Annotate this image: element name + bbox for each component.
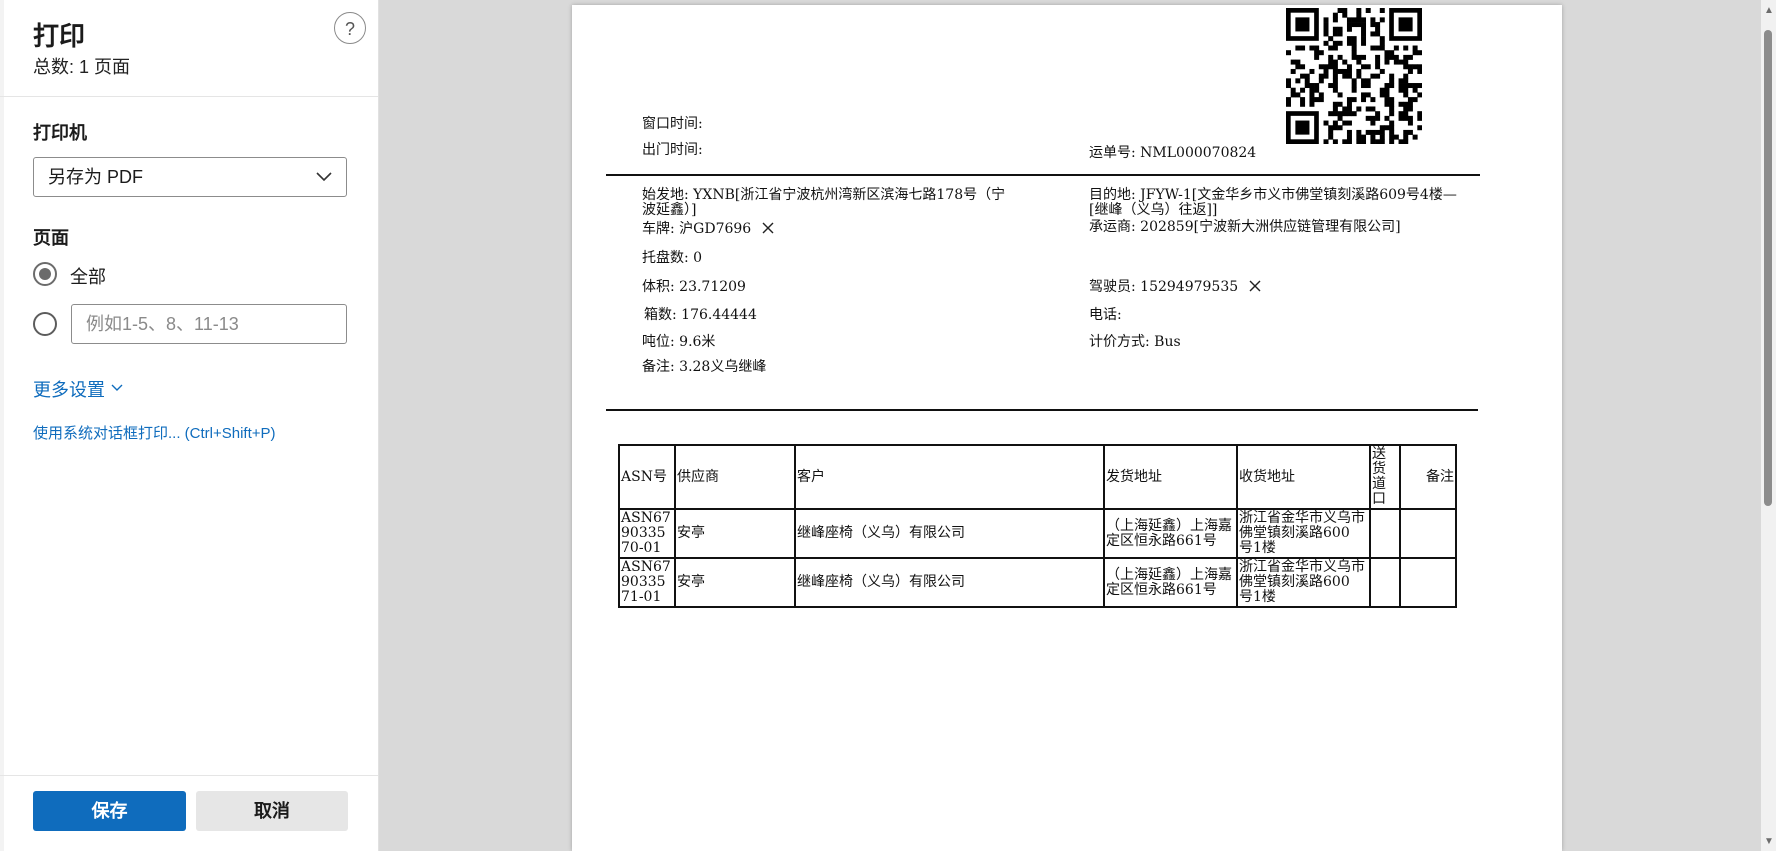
radio-selected-dot (39, 268, 51, 280)
qr-code-icon (1286, 8, 1422, 144)
save-button[interactable]: 保存 (33, 791, 186, 831)
chevron-down-icon[interactable] (111, 384, 123, 392)
pallet-count: 托盘数: 0 (642, 250, 703, 266)
table-header-cell: ASN号 (618, 444, 676, 510)
plate-text: 车牌: 沪GD7696 (642, 221, 752, 237)
waybill-number: 运单号: NML000070824 (1089, 145, 1257, 161)
radio-custom-pages[interactable] (33, 312, 57, 336)
table-header-cell: 收货地址 (1236, 444, 1371, 510)
system-dialog-link[interactable]: 使用系统对话框打印... (Ctrl+Shift+P) (33, 422, 276, 443)
scroll-up-arrow-icon[interactable]: ▲ (1764, 5, 1774, 16)
table-row: ASN679033571-01 安亭 继峰座椅（义乌）有限公司 （上海延鑫）上海嘉定区… (618, 557, 1457, 608)
origin-line-1: 始发地: YXNB[浙江省宁波杭州湾新区滨海七路178号（宁 (642, 187, 1006, 203)
table-header-cell: 发货地址 (1103, 444, 1238, 510)
tonnage: 吨位: 9.6米 (642, 334, 716, 350)
plate: 车牌: 沪GD7696 (642, 218, 774, 238)
gate-time: 出门时间: (642, 142, 703, 158)
preview-page: 窗口时间: 出门时间: 运单号: NML000070824 始发地: YXNB[… (572, 5, 1562, 851)
page-count: 总数: 1 页面 (33, 57, 131, 77)
table-header-cell: 备注 (1399, 444, 1457, 510)
pages-label: 页面 (33, 228, 69, 248)
more-settings-link[interactable]: 更多设置 (33, 376, 105, 402)
divider-line (606, 174, 1480, 176)
chevron-down-icon (316, 172, 332, 182)
question-icon: ? (344, 19, 355, 39)
divider (0, 775, 378, 776)
table-cell (1399, 557, 1457, 608)
page-range-input[interactable] (71, 304, 347, 344)
cancel-button[interactable]: 取消 (196, 791, 348, 831)
pricing-method: 计价方式: Bus (1089, 334, 1181, 350)
divider (0, 96, 378, 97)
table-cell: ASN679033571-01 (618, 557, 676, 608)
printer-label: 打印机 (33, 123, 87, 143)
table-cell: （上海延鑫）上海嘉定区恒永路661号 (1103, 557, 1238, 608)
table-cell: 安亭 (674, 557, 796, 608)
phone: 电话: (1089, 307, 1122, 323)
divider-line (606, 409, 1478, 411)
table-cell: ASN679033570-01 (618, 508, 676, 559)
table-cell: 安亭 (674, 508, 796, 559)
table-cell (1369, 557, 1401, 608)
radio-all-pages[interactable] (33, 262, 57, 286)
table-cell: （上海延鑫）上海嘉定区恒永路661号 (1103, 508, 1238, 559)
destination-line-1: 目的地: JFYW-1[文金华乡市义市佛堂镇刻溪路609号4楼— (1089, 187, 1457, 203)
destination: 目的地: JFYW-1[文金华乡市义市佛堂镇刻溪路609号4楼— [继峰（义乌）… (1089, 188, 1457, 218)
asn-table: ASN号 供应商 客户 发货地址 收货地址 送货道口 备注 ASN679033570-01 安亭… (618, 444, 1457, 608)
table-header-row: ASN号 供应商 客户 发货地址 收货地址 送货道口 备注 (618, 444, 1457, 510)
carrier: 承运商: 202859[宁波新大洲供应链管理有限公司] (1089, 219, 1401, 235)
table-header-cell: 供应商 (674, 444, 796, 510)
volume: 体积: 23.71209 (642, 279, 746, 295)
table-cell (1399, 508, 1457, 559)
radio-all-label[interactable]: 全部 (70, 263, 106, 289)
origin: 始发地: YXNB[浙江省宁波杭州湾新区滨海七路178号（宁 波延鑫）] (642, 188, 1005, 218)
panel-edge-strip (0, 0, 4, 851)
table-cell: 继峰座椅（义乌）有限公司 (794, 557, 1105, 608)
close-icon[interactable] (1249, 280, 1261, 292)
scrollbar-thumb[interactable] (1764, 30, 1772, 506)
print-title: 打印 (33, 21, 86, 51)
driver-text: 驾驶员: 15294979535 (1089, 279, 1239, 295)
table-row: ASN679033570-01 安亭 继峰座椅（义乌）有限公司 （上海延鑫）上海嘉定区… (618, 508, 1457, 559)
printer-select[interactable]: 另存为 PDF (33, 157, 347, 197)
help-button[interactable]: ? (334, 12, 366, 44)
table-cell: 浙江省金华市义乌市佛堂镇刻溪路600 号1楼 (1236, 508, 1371, 559)
origin-line-2: 波延鑫）] (642, 202, 697, 218)
table-header-cell: 客户 (794, 444, 1105, 510)
table-cell: 浙江省金华市义乌市佛堂镇刻溪路600 号1楼 (1236, 557, 1371, 608)
print-settings-panel: 打印 总数: 1 页面 ? 打印机 另存为 PDF 页面 全部 更多设置 使用系… (0, 0, 379, 851)
table-cell (1369, 508, 1401, 559)
close-icon[interactable] (762, 222, 774, 234)
window-time: 窗口时间: (642, 116, 703, 132)
scroll-down-arrow-icon[interactable]: ▼ (1764, 836, 1774, 847)
driver: 驾驶员: 15294979535 (1089, 276, 1261, 296)
table-cell: 继峰座椅（义乌）有限公司 (794, 508, 1105, 559)
table-header-cell: 送货道口 (1369, 444, 1401, 510)
box-count: 箱数: 176.44444 (644, 307, 757, 323)
remark: 备注: 3.28义乌继峰 (642, 359, 767, 375)
printer-select-value: 另存为 PDF (48, 167, 144, 187)
